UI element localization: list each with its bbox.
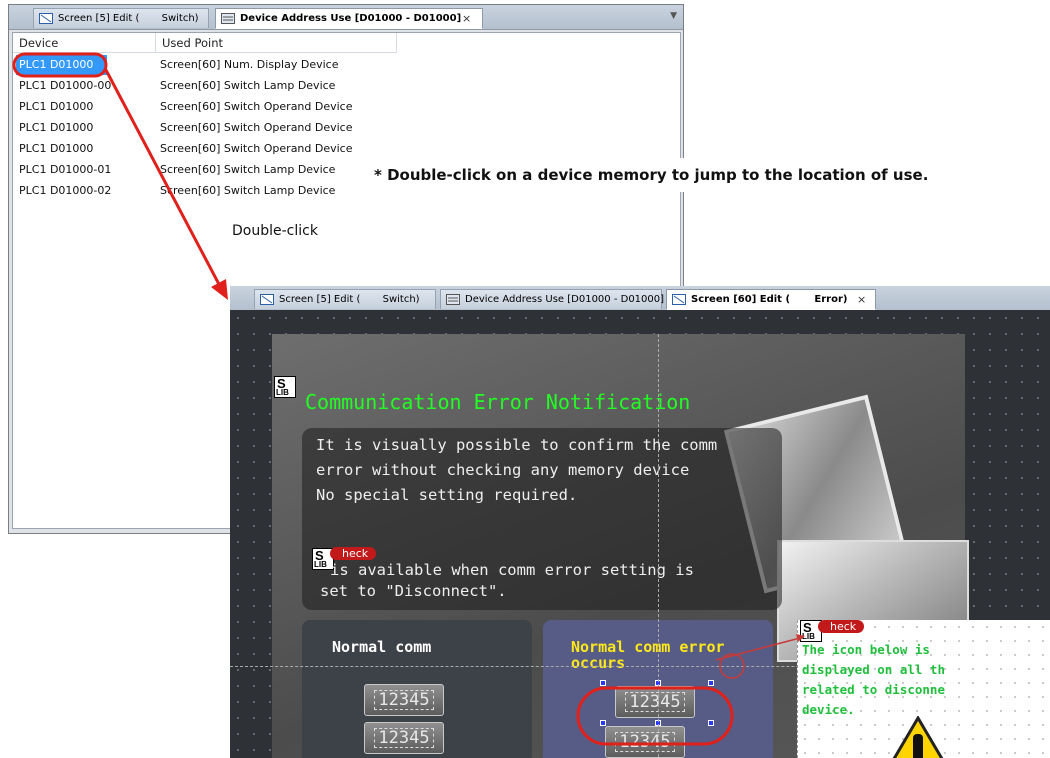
pointer-head (796, 634, 805, 642)
pointer-line (715, 637, 801, 661)
highlight-ring (576, 686, 734, 746)
annotation-overlay (12, 52, 805, 746)
highlight-ring (12, 52, 108, 78)
arrow-line (104, 69, 224, 291)
